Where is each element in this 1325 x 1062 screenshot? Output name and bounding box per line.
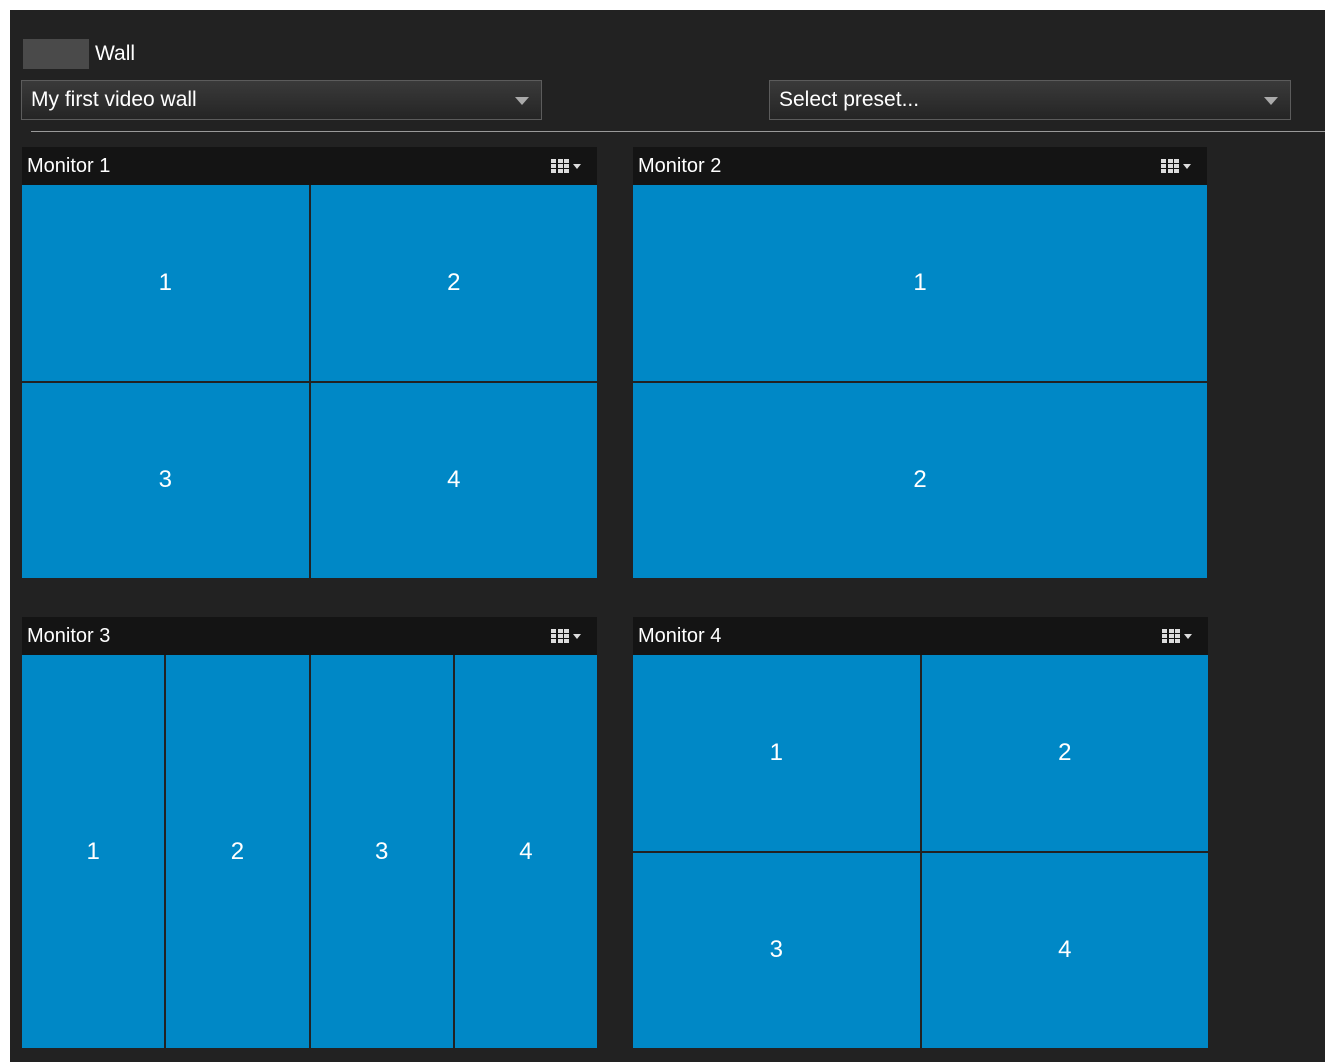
divider (31, 131, 1325, 132)
view-cell[interactable]: 4 (921, 852, 1208, 1048)
monitor-header: Monitor 2 (633, 147, 1207, 185)
caret-down-icon (573, 633, 581, 639)
view-cell[interactable]: 4 (310, 382, 597, 578)
monitor-2: Monitor 2 1 2 (633, 147, 1207, 578)
monitor-header: Monitor 3 (22, 617, 597, 655)
view-cell[interactable]: 2 (310, 185, 597, 381)
grid-layout-icon (1161, 159, 1179, 173)
wall-label: Wall (95, 42, 136, 65)
monitor-header: Monitor 4 (633, 617, 1208, 655)
grid-layout-icon (1162, 629, 1180, 643)
chevron-down-icon (1264, 97, 1278, 105)
view-grid: 1 2 (633, 185, 1207, 578)
caret-down-icon (1183, 163, 1191, 169)
layout-menu-button[interactable] (551, 156, 587, 176)
view-cell[interactable]: 1 (22, 185, 309, 381)
video-wall-dropdown[interactable]: My first video wall (21, 80, 542, 120)
view-cell[interactable]: 4 (454, 655, 597, 1048)
preset-dropdown[interactable]: Select preset... (769, 80, 1291, 120)
layout-menu-button[interactable] (1162, 626, 1198, 646)
redacted-label (23, 39, 89, 69)
grid-layout-icon (551, 629, 569, 643)
view-cell[interactable]: 2 (921, 655, 1208, 851)
view-cell[interactable]: 3 (633, 852, 920, 1048)
view-grid: 1 2 3 4 (22, 655, 597, 1048)
view-cell[interactable]: 3 (310, 655, 453, 1048)
view-cell[interactable]: 1 (633, 185, 1207, 381)
monitor-header: Monitor 1 (22, 147, 597, 185)
grid-layout-icon (551, 159, 569, 173)
view-grid: 1 2 3 4 (633, 655, 1208, 1048)
view-cell[interactable]: 3 (22, 382, 309, 578)
monitor-title: Monitor 3 (27, 624, 111, 647)
caret-down-icon (1184, 633, 1192, 639)
monitor-1: Monitor 1 1 2 3 4 (22, 147, 597, 578)
view-cell[interactable]: 2 (166, 655, 309, 1048)
view-cell[interactable]: 2 (633, 382, 1207, 578)
monitor-title: Monitor 4 (638, 624, 722, 647)
monitor-title: Monitor 2 (638, 154, 722, 177)
monitor-4: Monitor 4 1 2 3 4 (633, 617, 1208, 1048)
layout-menu-button[interactable] (551, 626, 587, 646)
view-grid: 1 2 3 4 (22, 185, 597, 578)
view-cell[interactable]: 1 (22, 655, 165, 1048)
preset-dropdown-value: Select preset... (779, 88, 920, 111)
video-wall-dropdown-value: My first video wall (31, 88, 197, 111)
monitor-3: Monitor 3 1 2 3 4 (22, 617, 597, 1048)
caret-down-icon (573, 163, 581, 169)
layout-menu-button[interactable] (1161, 156, 1197, 176)
view-cell[interactable]: 1 (633, 655, 920, 851)
monitor-title: Monitor 1 (27, 154, 111, 177)
wall-header: Wall (23, 37, 135, 71)
chevron-down-icon (515, 97, 529, 105)
